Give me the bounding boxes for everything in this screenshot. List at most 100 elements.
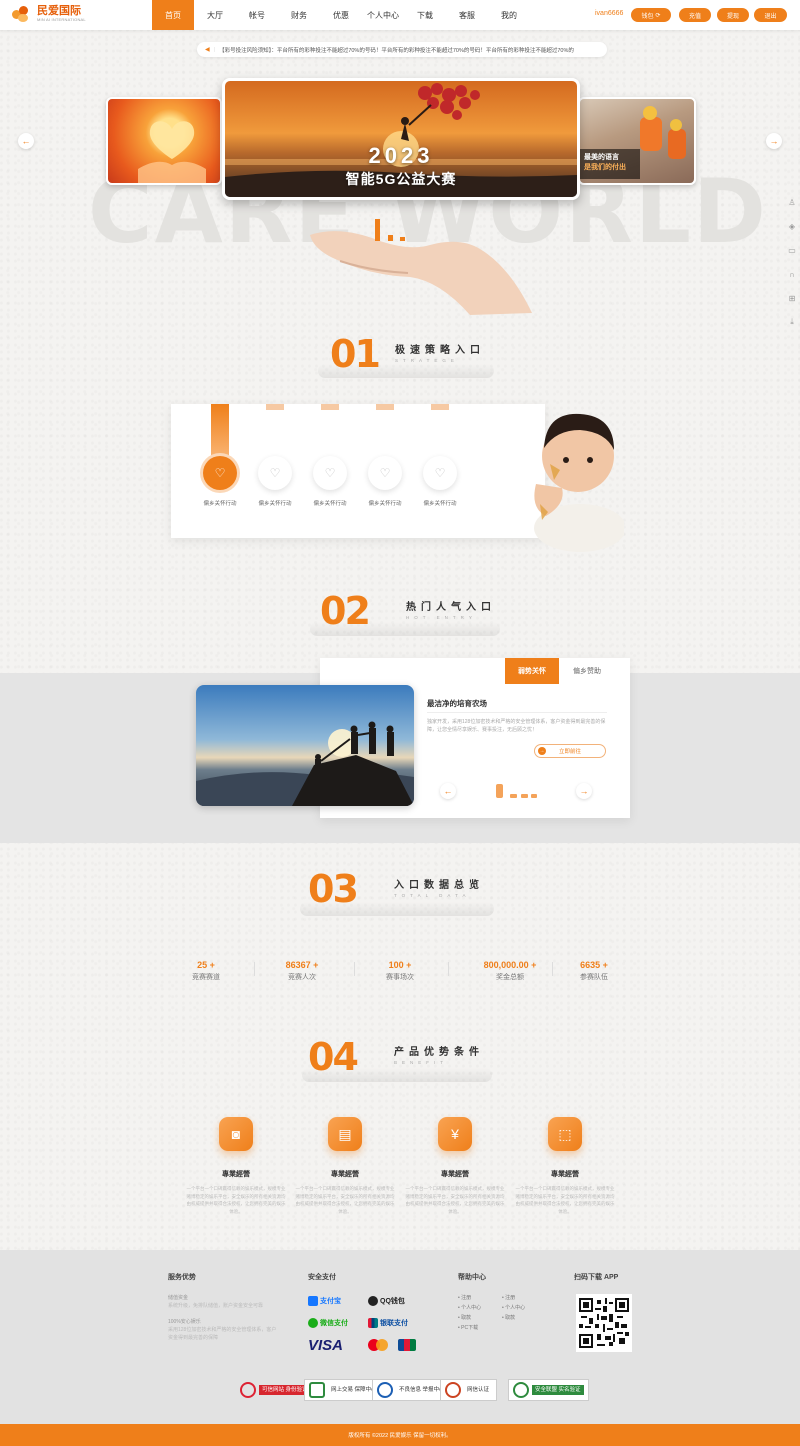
hot-entry-photo[interactable] [196, 685, 414, 806]
unionpay-logo: 银联支付 [368, 1318, 408, 1328]
nav-download[interactable]: 下载 [404, 0, 446, 30]
notice-bar[interactable]: ◀ | 【彩号投注风险须知】：平台所有的彩种投注不能超过70%的号码！平台所有的… [197, 42, 607, 57]
tab-vulnerable-care[interactable]: 弱势关怀 [505, 658, 559, 684]
heartbeat-icon: ♡ [258, 456, 292, 490]
chart-icon: ⬚ [548, 1117, 582, 1151]
shield-icon [513, 1382, 529, 1398]
strategy-item[interactable]: ♡ 偏乡关怀行动 [415, 456, 465, 507]
alipay-logo: 支付宝 [308, 1296, 341, 1306]
nav-mine[interactable]: 我的 [488, 0, 530, 30]
stat-item: 6635 + 参赛队伍 [534, 960, 654, 982]
username[interactable]: ivan6666 [595, 10, 623, 17]
hot-next-button[interactable]: → [576, 783, 592, 799]
section1-number: 01 [330, 332, 381, 376]
strategy-item-label: 偏乡关怀行动 [423, 501, 457, 507]
slide-left[interactable] [106, 97, 222, 185]
feature-description: 一个平台一个口碑赢得信赖的娱乐模式，规模专业赌博稳定的娱乐平台，安全娱乐的所有相… [515, 1186, 615, 1214]
open-hand-illustration [310, 219, 532, 315]
security-alliance-badge[interactable]: 安全联盟 实名验证 [508, 1379, 589, 1401]
chat-icon[interactable]: ▭ [784, 242, 800, 258]
shield-icon [240, 1382, 256, 1398]
wechat-pay-logo: 微信支付 [308, 1318, 348, 1328]
feature-description: 一个平台一个口碑赢得信赖的娱乐模式，规模专业赌博稳定的娱乐平台，安全娱乐的所有相… [405, 1186, 505, 1214]
article-title[interactable]: 最洁净的培育农场 [427, 698, 487, 709]
alipay-icon [308, 1296, 318, 1306]
banner-next-button[interactable]: → [766, 133, 782, 149]
qq-icon [368, 1296, 378, 1306]
gift-box-icon[interactable]: ◈ [784, 218, 800, 234]
copyright-bar: 版权所有 ©2022 民爱娱乐 保留一切权利。 [0, 1424, 800, 1446]
strategy-item[interactable]: ♡ 偏乡关怀行动 [250, 456, 300, 507]
heart-hands-illustration [138, 121, 206, 183]
section2-subtitle: HOT ENTRY [406, 615, 477, 620]
pager-bar-active[interactable] [496, 784, 503, 798]
arrow-right-icon: → [538, 747, 546, 755]
withdraw-button[interactable]: 提现 [717, 8, 749, 22]
nav-finance[interactable]: 财务 [278, 0, 320, 30]
slide-right[interactable]: 最美的语言 是我们的付出 [578, 97, 696, 185]
hot-prev-button[interactable]: ← [440, 783, 456, 799]
top-header: 民爱国际 MIN AI INTERNATIONAL 首页 大厅 帐号 财务 优惠… [0, 0, 800, 30]
section3-title: 入口数据总览 [394, 880, 484, 891]
pager-bar[interactable] [531, 794, 537, 798]
service-item: 储值资金 系统升级，免排队储值，账户资金安全可靠 [168, 1294, 278, 1310]
logout-button[interactable]: 退出 [754, 8, 787, 22]
deposit-button[interactable]: 充值 [679, 8, 711, 22]
feature-item: ▤ 專業經營 一个平台一个口碑赢得信赖的娱乐模式，规模专业赌博稳定的娱乐平台，安… [290, 1117, 400, 1215]
shield-icon [309, 1382, 325, 1398]
user-icon[interactable]: ♙ [784, 194, 800, 210]
help-link[interactable]: • 取款 [502, 1314, 515, 1322]
heartbeat-icon: ♡ [203, 456, 237, 490]
nav-home[interactable]: 首页 [152, 0, 194, 30]
heartbeat-icon: ♡ [368, 456, 402, 490]
slide-main[interactable]: 2023 智能5G公益大赛 [222, 78, 580, 200]
qq-wallet-logo: QQ钱包 [368, 1296, 405, 1306]
service-item-desc: 系统升级，免排队储值，账户资金安全可靠 [168, 1303, 264, 1309]
help-link[interactable]: • 注册 [458, 1294, 471, 1302]
card-icon: ▤ [328, 1117, 362, 1151]
visa-logo: VISA [308, 1337, 344, 1354]
wallet-button[interactable]: 钱包 ⟳ [631, 8, 671, 22]
refresh-icon[interactable]: ⟳ [655, 12, 660, 19]
stat-label: 参赛队伍 [580, 974, 608, 981]
go-now-button[interactable]: → 立即前往 [534, 744, 606, 758]
section1-subtitle: STRATEGE [395, 358, 459, 363]
banner-prev-button[interactable]: ← [18, 133, 34, 149]
jcb-icon [398, 1339, 416, 1351]
headset-icon[interactable]: ∩ [784, 266, 800, 282]
service-item-desc: 采用128位加密技术和严格的安全管理体系，客户资金得到最完善的保障 [168, 1327, 277, 1341]
strategy-item[interactable]: ♡ 偏乡关怀行动 [360, 456, 410, 507]
help-link[interactable]: • PC下载 [458, 1324, 478, 1332]
report-icon [377, 1382, 393, 1398]
download-icon[interactable]: ⤓ [784, 314, 800, 330]
pager-bar[interactable] [521, 794, 528, 798]
service-item-title: 100%安心娱乐 [168, 1319, 201, 1325]
nav-support[interactable]: 客服 [446, 0, 488, 30]
tab-rural-sponsor[interactable]: 偏乡赞助 [559, 658, 615, 684]
feature-title: 專業經營 [331, 1171, 359, 1178]
nav-account[interactable]: 帐号 [236, 0, 278, 30]
web-trust-badge[interactable]: 网信认证 [440, 1379, 498, 1401]
nav-lobby[interactable]: 大厅 [194, 0, 236, 30]
strategy-item[interactable]: ♡ 偏乡关怀行动 [305, 456, 355, 507]
section2-number: 02 [320, 589, 371, 633]
logo-icon [12, 4, 32, 24]
help-link[interactable]: • 个人中心 [458, 1304, 481, 1312]
main-slide-title: 2023 [368, 143, 434, 168]
mastercard-icon [368, 1339, 388, 1351]
gift-icon[interactable]: ⊞ [784, 290, 800, 306]
help-link[interactable]: • 个人中心 [502, 1304, 525, 1312]
nav-promo[interactable]: 优惠 [320, 0, 362, 30]
pager-bar[interactable] [510, 794, 517, 798]
trusted-site-badge[interactable]: 可信网站 身份验证 [236, 1379, 315, 1401]
help-link[interactable]: • 注册 [502, 1294, 515, 1302]
section4-number: 04 [308, 1035, 359, 1079]
nav-user-center[interactable]: 个人中心 [362, 0, 404, 30]
yen-icon: ¥ [438, 1117, 472, 1151]
logo[interactable]: 民爱国际 MIN AI INTERNATIONAL [12, 4, 86, 24]
strategy-item-label: 偏乡关怀行动 [203, 501, 237, 507]
strategy-item[interactable]: ♡ 偏乡关怀行动 [195, 456, 245, 507]
help-link[interactable]: • 取款 [458, 1314, 471, 1322]
feature-item: ⬚ 專業經營 一个平台一个口碑赢得信赖的娱乐模式，规模专业赌博稳定的娱乐平台，安… [510, 1117, 620, 1215]
feature-title: 專業經營 [441, 1171, 469, 1178]
